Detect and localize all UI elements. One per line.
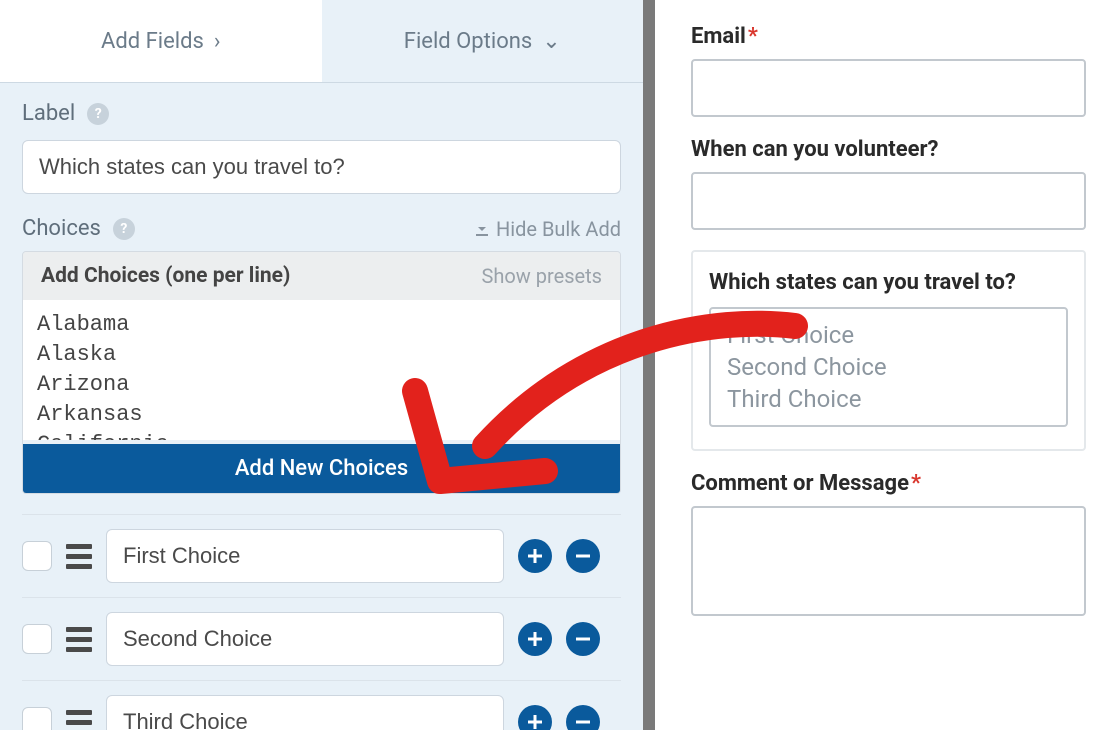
choices-title: Choices bbox=[22, 216, 101, 241]
choice-row bbox=[22, 514, 621, 597]
comment-label: Comment or Message bbox=[691, 471, 909, 496]
download-icon bbox=[474, 221, 490, 237]
bulk-add-textarea[interactable] bbox=[23, 300, 620, 440]
hide-bulk-add-link[interactable]: Hide Bulk Add bbox=[474, 217, 621, 241]
choice-default-checkbox[interactable] bbox=[22, 541, 52, 571]
volunteer-input[interactable] bbox=[691, 172, 1086, 230]
chevron-right-icon: › bbox=[214, 29, 221, 54]
choice-row bbox=[22, 597, 621, 680]
plus-icon bbox=[526, 713, 544, 730]
bulk-add-title: Add Choices (one per line) bbox=[41, 264, 290, 288]
label-title-row: Label ? bbox=[22, 101, 621, 126]
tab-add-fields[interactable]: Add Fields › bbox=[0, 0, 322, 82]
required-asterisk: * bbox=[911, 471, 921, 496]
choice-row bbox=[22, 680, 621, 730]
help-icon[interactable]: ? bbox=[87, 103, 109, 125]
plus-icon bbox=[526, 630, 544, 648]
email-field-block: Email* bbox=[691, 24, 1086, 117]
tab-add-fields-label: Add Fields bbox=[101, 29, 204, 54]
tab-bar: Add Fields › Field Options ⌄ bbox=[0, 0, 643, 83]
choice-label-input[interactable] bbox=[106, 529, 504, 583]
email-label: Email bbox=[691, 24, 746, 49]
states-label: Which states can you travel to? bbox=[709, 270, 1068, 295]
show-presets-link[interactable]: Show presets bbox=[481, 264, 602, 288]
field-options-panel: Add Fields › Field Options ⌄ Label ? Cho… bbox=[0, 0, 655, 730]
help-icon[interactable]: ? bbox=[113, 218, 135, 240]
choice-default-checkbox[interactable] bbox=[22, 707, 52, 730]
remove-choice-button[interactable] bbox=[566, 539, 600, 573]
add-choice-button[interactable] bbox=[518, 705, 552, 730]
volunteer-label: When can you volunteer? bbox=[691, 137, 939, 162]
hide-bulk-label: Hide Bulk Add bbox=[496, 217, 621, 241]
label-input[interactable] bbox=[22, 140, 621, 194]
tab-field-options-label: Field Options bbox=[404, 29, 532, 54]
remove-choice-button[interactable] bbox=[566, 705, 600, 730]
label-title: Label bbox=[22, 101, 75, 126]
add-new-choices-button[interactable]: Add New Choices bbox=[23, 444, 620, 493]
plus-icon bbox=[526, 547, 544, 565]
form-preview: Email* When can you volunteer? Which sta… bbox=[655, 0, 1116, 730]
choice-default-checkbox[interactable] bbox=[22, 624, 52, 654]
states-option: First Choice bbox=[727, 321, 1050, 349]
drag-handle-icon[interactable] bbox=[66, 627, 92, 652]
states-option: Third Choice bbox=[727, 385, 1050, 413]
email-input[interactable] bbox=[691, 59, 1086, 117]
add-choice-button[interactable] bbox=[518, 539, 552, 573]
drag-handle-icon[interactable] bbox=[66, 710, 92, 730]
remove-choice-button[interactable] bbox=[566, 622, 600, 656]
states-field-block[interactable]: Which states can you travel to? First Ch… bbox=[691, 250, 1086, 451]
bulk-add-box: Add Choices (one per line) Show presets … bbox=[22, 251, 621, 494]
chevron-down-icon: ⌄ bbox=[542, 29, 560, 54]
minus-icon bbox=[574, 713, 592, 730]
drag-handle-icon[interactable] bbox=[66, 544, 92, 569]
states-option: Second Choice bbox=[727, 353, 1050, 381]
states-options-box: First Choice Second Choice Third Choice bbox=[709, 307, 1068, 427]
choice-list bbox=[0, 494, 643, 730]
tab-field-options[interactable]: Field Options ⌄ bbox=[322, 0, 644, 82]
choice-label-input[interactable] bbox=[106, 695, 504, 730]
add-choice-button[interactable] bbox=[518, 622, 552, 656]
required-asterisk: * bbox=[748, 24, 758, 49]
choice-label-input[interactable] bbox=[106, 612, 504, 666]
minus-icon bbox=[574, 630, 592, 648]
choices-title-row: Choices ? bbox=[22, 216, 135, 241]
volunteer-field-block: When can you volunteer? bbox=[691, 137, 1086, 230]
comment-textarea[interactable] bbox=[691, 506, 1086, 616]
minus-icon bbox=[574, 547, 592, 565]
comment-field-block: Comment or Message* bbox=[691, 471, 1086, 616]
